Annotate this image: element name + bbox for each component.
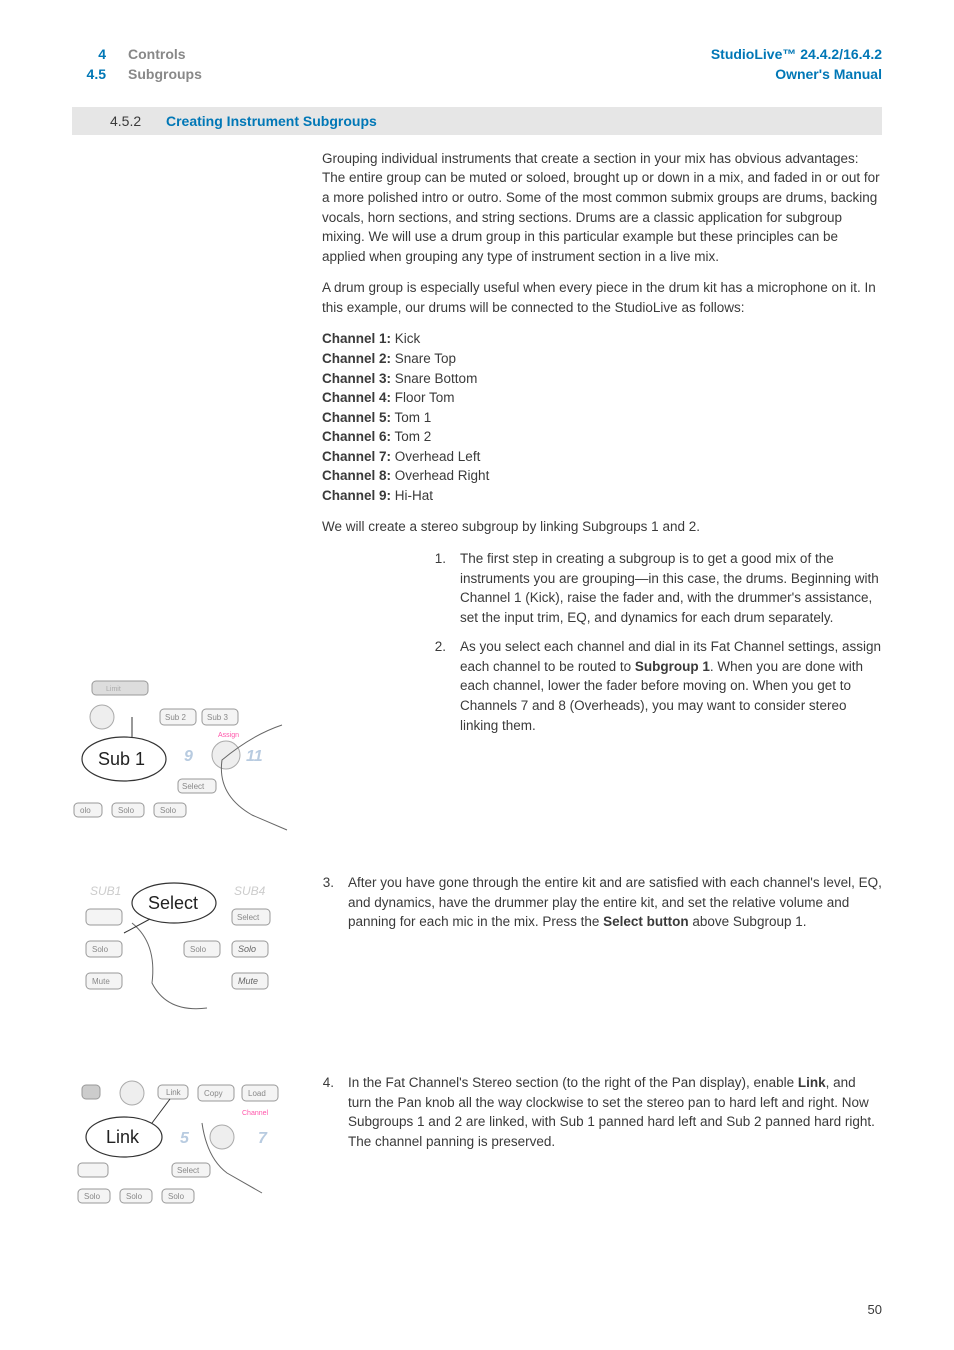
svg-text:Solo: Solo <box>118 806 135 815</box>
channel-item: Channel 7: Overhead Left <box>322 447 882 467</box>
svg-text:Solo: Solo <box>126 1192 143 1201</box>
step-text: After you have gone through the entire k… <box>348 873 882 932</box>
chapter-num: 4 <box>72 44 106 64</box>
svg-text:5: 5 <box>180 1130 190 1147</box>
channel-item: Channel 2: Snare Top <box>322 349 882 369</box>
illustration-select-subgroup: SUB1 SUB4 Select Solo Solo Solo Mute Mut… <box>72 873 292 1023</box>
step-num: 1. <box>428 549 446 627</box>
channel-item: Channel 1: Kick <box>322 329 882 349</box>
step-num: 2. <box>428 637 446 735</box>
step-2: 2. As you select each channel and dial i… <box>428 637 882 735</box>
svg-text:Select: Select <box>177 1166 200 1175</box>
svg-text:Mute: Mute <box>238 976 258 986</box>
step-1: 1. The first step in creating a subgroup… <box>428 549 882 627</box>
chapter-title: Controls <box>128 44 202 64</box>
header-right: StudioLive™ 24.4.2/16.4.2 Owner's Manual <box>711 44 882 85</box>
channel-item: Channel 3: Snare Bottom <box>322 369 882 389</box>
svg-text:Sub 2: Sub 2 <box>165 713 186 722</box>
svg-text:Solo: Solo <box>160 806 177 815</box>
svg-text:Link: Link <box>166 1088 182 1097</box>
svg-text:Select: Select <box>182 782 205 791</box>
section-title: Subgroups <box>128 64 202 84</box>
illustration-link-stereo: Link Copy Load Channel 5 7 Select Solo S… <box>72 1073 292 1223</box>
svg-text:Select: Select <box>148 893 198 913</box>
header-left: 4 4.5 Controls Subgroups <box>72 44 202 85</box>
channel-item: Channel 6: Tom 2 <box>322 427 882 447</box>
svg-text:11: 11 <box>246 748 263 765</box>
doc-title: Owner's Manual <box>711 64 882 84</box>
svg-text:Channel: Channel <box>242 1110 269 1117</box>
svg-text:SUB1: SUB1 <box>90 884 121 898</box>
step-num: 4. <box>316 1073 334 1151</box>
svg-text:Solo: Solo <box>168 1192 185 1201</box>
step-num: 3. <box>316 873 334 932</box>
svg-text:Solo: Solo <box>238 944 256 954</box>
subsection-title: Creating Instrument Subgroups <box>166 111 377 131</box>
svg-text:Limit: Limit <box>106 686 121 693</box>
product-name: StudioLive™ 24.4.2/16.4.2 <box>711 44 882 64</box>
svg-text:Select: Select <box>237 913 260 922</box>
svg-text:Load: Load <box>248 1089 266 1098</box>
step-3: 3. After you have gone through the entir… <box>316 873 882 932</box>
step-text: The first step in creating a subgroup is… <box>460 549 882 627</box>
subsection-num: 4.5.2 <box>110 111 141 131</box>
svg-text:Solo: Solo <box>92 945 109 954</box>
svg-text:Sub 3: Sub 3 <box>207 713 228 722</box>
channel-item: Channel 9: Hi-Hat <box>322 486 882 506</box>
page-number: 50 <box>868 1301 882 1320</box>
channel-item: Channel 8: Overhead Right <box>322 466 882 486</box>
svg-text:olo: olo <box>80 806 91 815</box>
step-text: As you select each channel and dial in i… <box>460 637 882 735</box>
intro-paragraph-1: Grouping individual instruments that cre… <box>322 149 882 266</box>
illustration-sub1-assign: Limit Sub 2 Sub 3 Assign 9 11 Select olo… <box>72 675 292 835</box>
step-4: 4. In the Fat Channel's Stereo section (… <box>316 1073 882 1151</box>
svg-text:Sub 1: Sub 1 <box>98 749 145 769</box>
svg-text:Mute: Mute <box>92 977 110 986</box>
page-header: 4 4.5 Controls Subgroups StudioLive™ 24.… <box>72 44 882 85</box>
svg-text:7: 7 <box>258 1130 268 1147</box>
svg-text:SUB4: SUB4 <box>234 884 266 898</box>
svg-text:Copy: Copy <box>204 1089 223 1098</box>
svg-text:Solo: Solo <box>190 945 207 954</box>
section-heading-bar: 4.5.2 Creating Instrument Subgroups <box>72 107 882 135</box>
intro-paragraph-3: We will create a stereo subgroup by link… <box>322 517 882 537</box>
intro-paragraph-2: A drum group is especially useful when e… <box>322 278 882 317</box>
step-text: In the Fat Channel's Stereo section (to … <box>348 1073 882 1151</box>
svg-text:Solo: Solo <box>84 1192 101 1201</box>
channel-item: Channel 4: Floor Tom <box>322 388 882 408</box>
svg-text:Assign: Assign <box>218 732 239 739</box>
channel-item: Channel 5: Tom 1 <box>322 408 882 428</box>
channel-list: Channel 1: Kick Channel 2: Snare Top Cha… <box>322 329 882 505</box>
svg-text:Link: Link <box>106 1127 140 1147</box>
svg-text:9: 9 <box>184 748 193 765</box>
section-num: 4.5 <box>72 64 106 84</box>
